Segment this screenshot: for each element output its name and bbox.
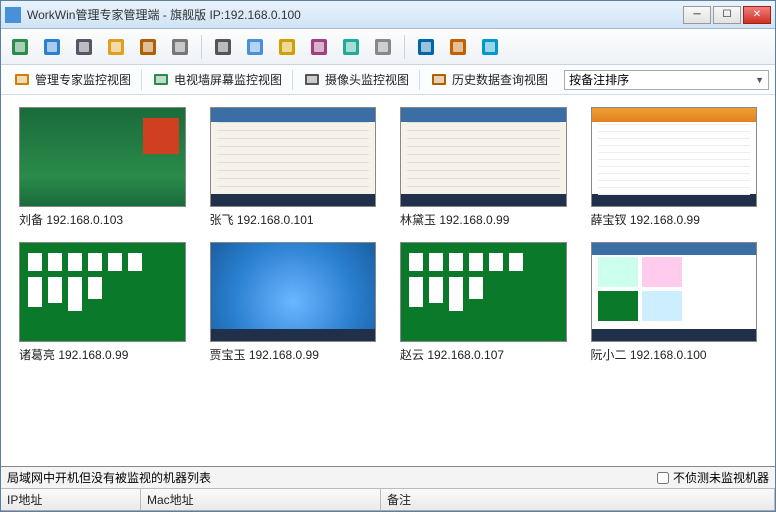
- view-tab-label: 管理专家监控视图: [35, 71, 131, 88]
- client-screenshot: [210, 242, 377, 342]
- view-tab-label: 电视墙屏幕监控视图: [174, 71, 282, 88]
- client-screenshot: [19, 107, 186, 207]
- book2-icon[interactable]: [445, 34, 471, 60]
- help-icon[interactable]: [477, 34, 503, 60]
- client-caption: 张飞 192.168.0.101: [210, 211, 377, 228]
- screen-record-icon[interactable]: [71, 34, 97, 60]
- client-caption: 贾宝玉 192.168.0.99: [210, 346, 377, 363]
- client-card[interactable]: 刘备 192.168.0.103: [19, 107, 186, 228]
- client-card[interactable]: 张飞 192.168.0.101: [210, 107, 377, 228]
- client-caption: 赵云 192.168.0.107: [400, 346, 567, 363]
- close-button[interactable]: ✕: [743, 6, 771, 24]
- detect-checkbox-label: 不侦测未监视机器: [673, 469, 769, 486]
- chevron-down-icon: ▼: [755, 75, 764, 85]
- column-header[interactable]: Mac地址: [141, 489, 381, 510]
- view-tab-label: 摄像头监控视图: [325, 71, 409, 88]
- history-icon: [430, 71, 448, 89]
- gear-refresh-icon[interactable]: [167, 34, 193, 60]
- panel-icon: [13, 71, 31, 89]
- client-caption: 林黛玉 192.168.0.99: [400, 211, 567, 228]
- client-screenshot: [19, 242, 186, 342]
- client-caption: 诸葛亮 192.168.0.99: [19, 346, 186, 363]
- bottom-panel-header: 局域网中开机但没有被监视的机器列表 不侦测未监视机器: [1, 467, 775, 489]
- column-header[interactable]: 备注: [381, 489, 775, 510]
- docs-icon[interactable]: [135, 34, 161, 60]
- client-card[interactable]: 贾宝玉 192.168.0.99: [210, 242, 377, 363]
- unmonitored-table-header: IP地址Mac地址备注: [1, 489, 775, 511]
- net-icon[interactable]: [338, 34, 364, 60]
- sort-dropdown[interactable]: 按备注排序 ▼: [564, 70, 769, 90]
- client-screenshot: [591, 107, 758, 207]
- book1-icon[interactable]: [413, 34, 439, 60]
- detect-checkbox-wrapper[interactable]: 不侦测未监视机器: [657, 469, 769, 486]
- camera-icon[interactable]: [210, 34, 236, 60]
- sort-selected-label: 按备注排序: [569, 71, 629, 88]
- window-controls: ─ ☐ ✕: [683, 6, 771, 24]
- client-card[interactable]: 赵云 192.168.0.107: [400, 242, 567, 363]
- app-monitor-icon[interactable]: [7, 34, 33, 60]
- cam-icon: [303, 71, 321, 89]
- tv-icon: [152, 71, 170, 89]
- app-icon: [5, 7, 21, 23]
- view-tab-2[interactable]: 摄像头监控视图: [297, 69, 415, 91]
- minimize-button[interactable]: ─: [683, 6, 711, 24]
- view-tab-0[interactable]: 管理专家监控视图: [7, 69, 137, 91]
- app-window: WorkWin管理专家管理端 - 旗舰版 IP:192.168.0.100 ─ …: [0, 0, 776, 512]
- view-tab-1[interactable]: 电视墙屏幕监控视图: [146, 69, 288, 91]
- client-card[interactable]: 阮小二 192.168.0.100: [591, 242, 758, 363]
- view-tab-bar: 管理专家监控视图 电视墙屏幕监控视图 摄像头监控视图 历史数据查询视图 按备注排序 ▼: [1, 65, 775, 95]
- client-card[interactable]: 诸葛亮 192.168.0.99: [19, 242, 186, 363]
- screenshot-grid: 刘备 192.168.0.103 张飞 192.168.0.101 林黛玉 192.…: [1, 95, 775, 466]
- maximize-button[interactable]: ☐: [713, 6, 741, 24]
- client-caption: 刘备 192.168.0.103: [19, 211, 186, 228]
- client-screenshot: [400, 107, 567, 207]
- users-icon[interactable]: [103, 34, 129, 60]
- bottom-panel-title: 局域网中开机但没有被监视的机器列表: [7, 469, 657, 486]
- detect-checkbox[interactable]: [657, 472, 669, 484]
- window-title: WorkWin管理专家管理端 - 旗舰版 IP:192.168.0.100: [27, 6, 683, 23]
- mail-icon[interactable]: [274, 34, 300, 60]
- client-screenshot: [210, 107, 377, 207]
- client-caption: 薛宝钗 192.168.0.99: [591, 211, 758, 228]
- cd-icon[interactable]: [370, 34, 396, 60]
- column-header[interactable]: IP地址: [1, 489, 141, 510]
- client-card[interactable]: 薛宝钗 192.168.0.99: [591, 107, 758, 228]
- client-screenshot: [591, 242, 758, 342]
- view-tab-label: 历史数据查询视图: [452, 71, 548, 88]
- client-card[interactable]: 林黛玉 192.168.0.99: [400, 107, 567, 228]
- chat-icon[interactable]: [242, 34, 268, 60]
- disk-icon[interactable]: [306, 34, 332, 60]
- globe-icon[interactable]: [39, 34, 65, 60]
- main-toolbar: [1, 29, 775, 65]
- bottom-panel: 局域网中开机但没有被监视的机器列表 不侦测未监视机器 IP地址Mac地址备注: [1, 466, 775, 511]
- titlebar: WorkWin管理专家管理端 - 旗舰版 IP:192.168.0.100 ─ …: [1, 1, 775, 29]
- client-caption: 阮小二 192.168.0.100: [591, 346, 758, 363]
- client-screenshot: [400, 242, 567, 342]
- view-tab-3[interactable]: 历史数据查询视图: [424, 69, 554, 91]
